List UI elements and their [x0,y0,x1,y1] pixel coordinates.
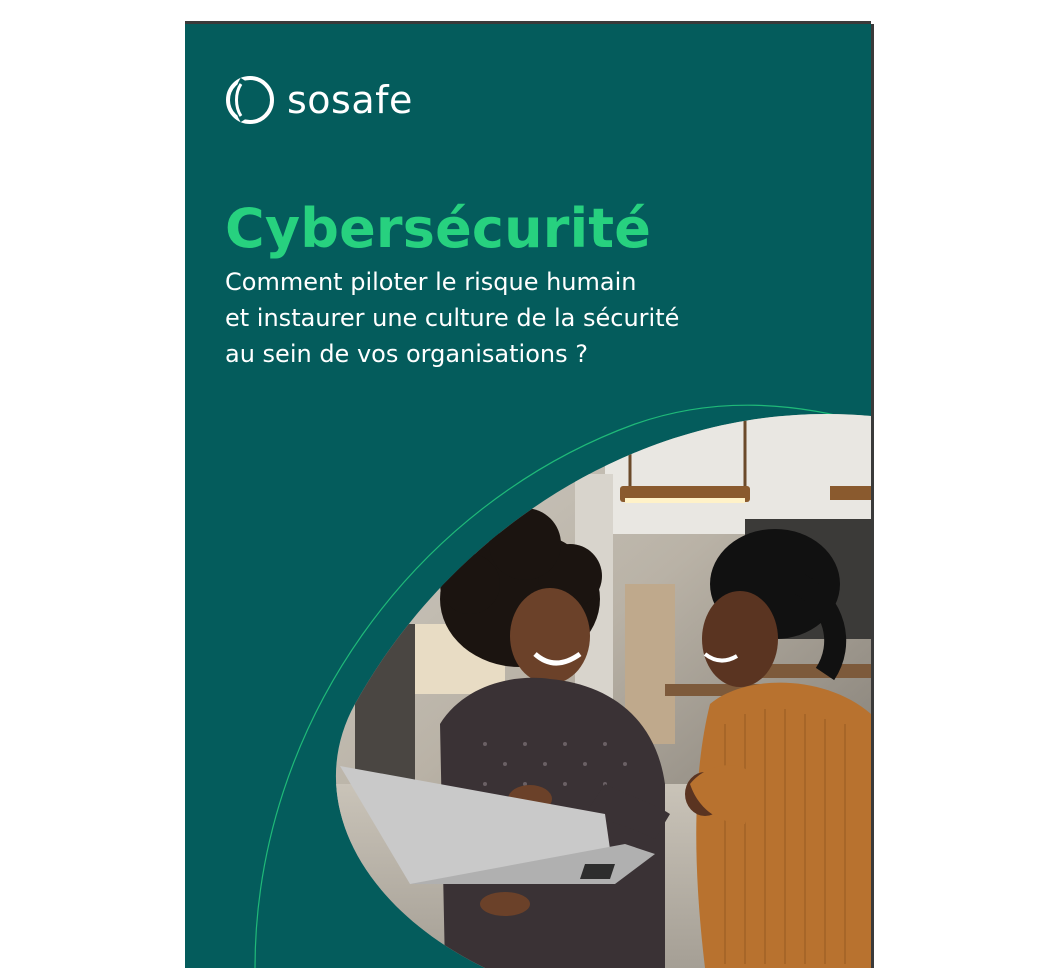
sosafe-logo-icon [226,76,274,124]
brand-name: sosafe [287,78,413,122]
cover-subtitle: Comment piloter le risque humain et inst… [225,264,785,372]
subtitle-line: au sein de vos organisations ? [225,340,588,368]
cover-title: Cybersécurité [225,197,652,260]
brand-logo: sosafe [225,74,413,126]
subtitle-line: et instaurer une culture de la sécurité [225,304,680,332]
brochure-cover: sosafe Cybersécurité Comment piloter le … [185,24,871,968]
cover-photo [254,404,871,968]
subtitle-line: Comment piloter le risque humain [225,268,637,296]
page-background: sosafe Cybersécurité Comment piloter le … [0,0,1064,968]
